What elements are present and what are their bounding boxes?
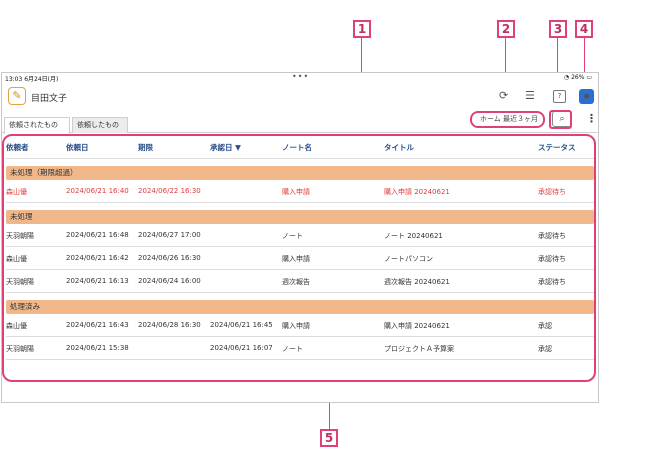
highlight-search-button	[549, 110, 572, 129]
wifi-icon: ◔	[563, 74, 570, 81]
more-menu-button[interactable]: ⋮	[586, 112, 597, 125]
highlight-filter-scope	[470, 111, 545, 128]
app-bar: ✎ 目田文子 ⟳ ☰ ? ●	[2, 83, 598, 113]
callout-5: 5	[320, 429, 338, 447]
callout-2: 2	[497, 20, 515, 38]
user-name: 目田文子	[31, 94, 68, 104]
tab-received[interactable]: 依頼されたもの	[4, 117, 70, 134]
note-app-icon[interactable]: ✎	[8, 87, 26, 105]
help-icon[interactable]: ?	[553, 90, 566, 103]
sync-icon[interactable]: ⟳	[499, 89, 508, 102]
callout-4: 4	[575, 20, 593, 38]
callout-3: 3	[549, 20, 567, 38]
battery-level: 26%	[571, 74, 585, 81]
highlight-table	[2, 134, 596, 382]
battery-icon: ▭	[586, 74, 592, 81]
status-time: 13:03	[5, 76, 23, 83]
multitask-dots[interactable]: •••	[292, 73, 309, 81]
hamburger-menu-icon[interactable]: ☰	[525, 89, 535, 102]
status-right: ◔ 26% ▭	[564, 74, 592, 81]
user-icon[interactable]: ●	[579, 89, 594, 104]
status-bar: 13:03 6月24日(月) ••• ◔ 26% ▭	[2, 73, 598, 83]
callout-1: 1	[353, 20, 371, 38]
tab-sent[interactable]: 依頼したもの	[72, 117, 128, 133]
status-date: 6月24日(月)	[24, 76, 59, 83]
